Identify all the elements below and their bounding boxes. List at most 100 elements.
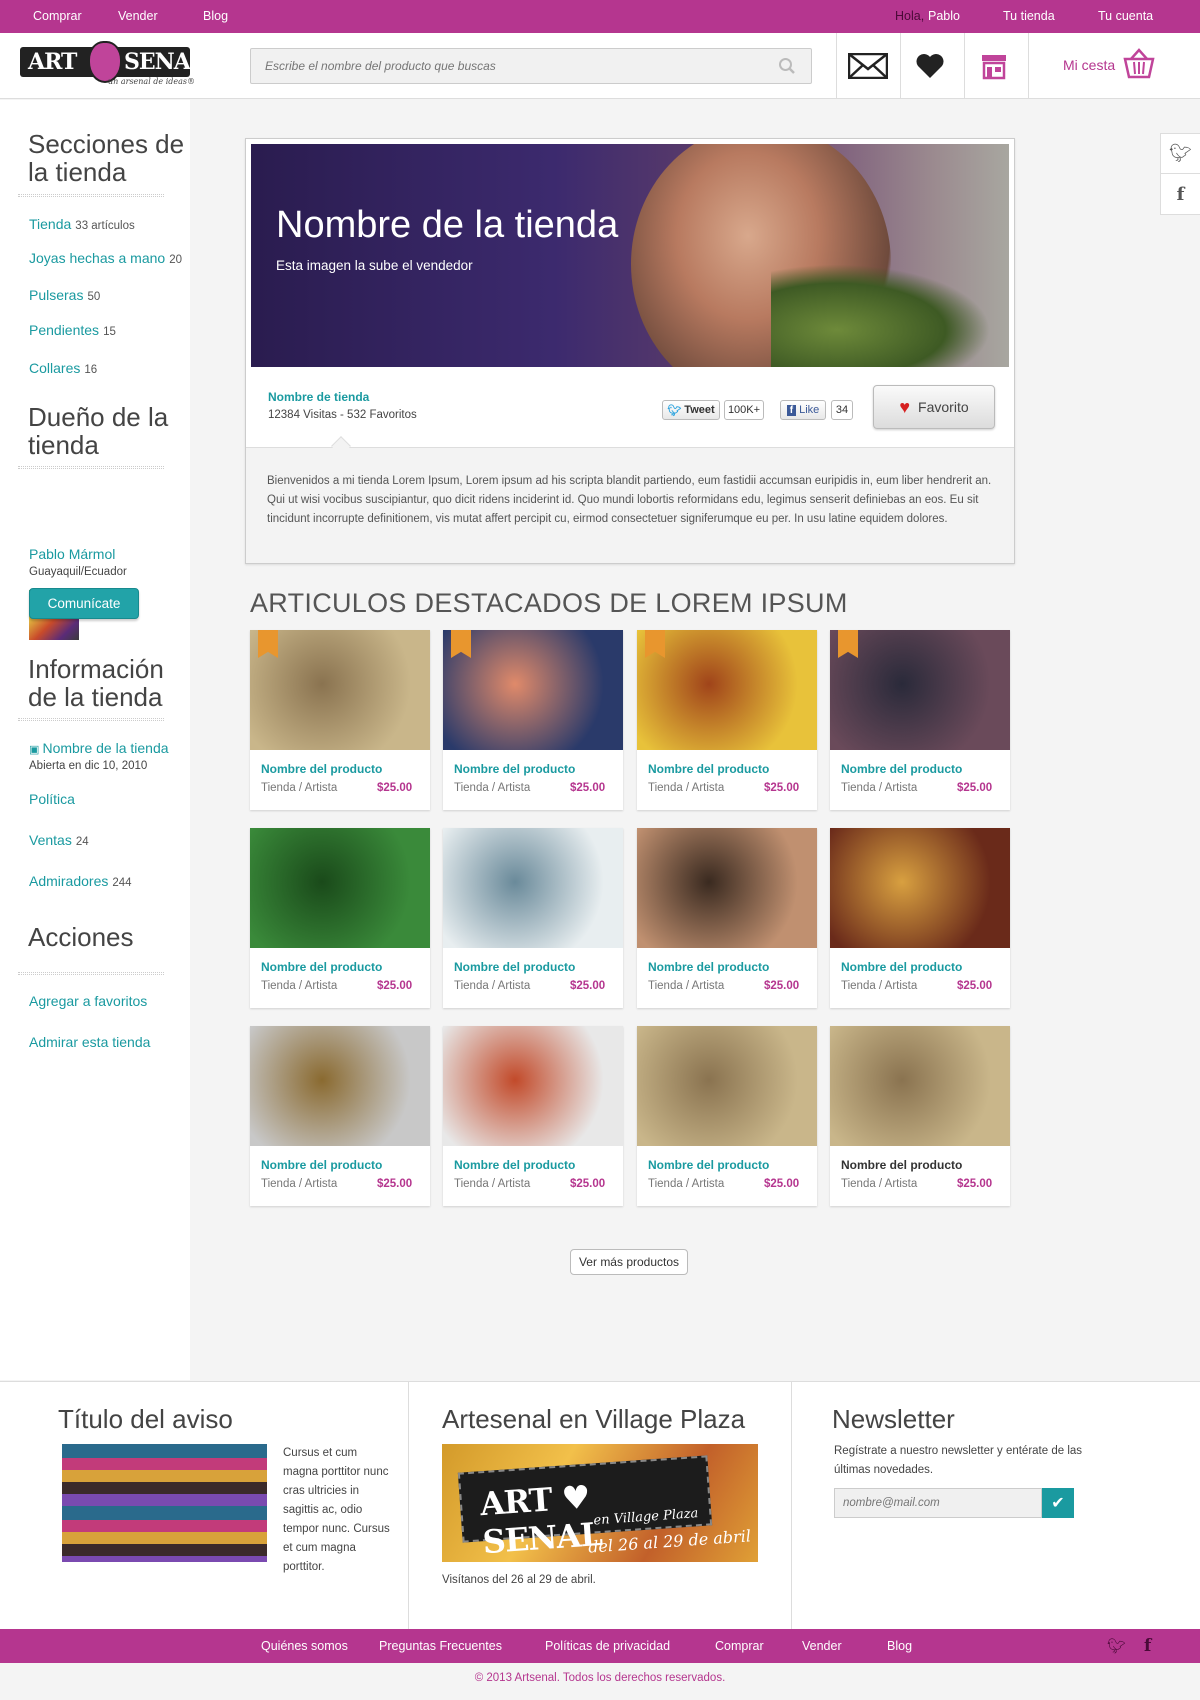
product-name[interactable]: Nombre del producto xyxy=(648,762,769,776)
product-image[interactable] xyxy=(830,828,1010,948)
product-image[interactable] xyxy=(637,1026,817,1146)
greeting-name[interactable]: Pablo xyxy=(928,9,960,23)
product-name[interactable]: Nombre del producto xyxy=(841,960,962,974)
product-store[interactable]: Tienda / Artista xyxy=(841,1178,917,1190)
favorite-button[interactable]: ♥ Favorito xyxy=(873,385,995,429)
section-link-pendientes[interactable]: Pendientes 15 xyxy=(29,322,116,338)
facebook-icon[interactable]: f xyxy=(1144,1636,1151,1656)
twitter-icon[interactable]: 🐦︎ xyxy=(1161,134,1200,174)
product-store[interactable]: Tienda / Artista xyxy=(454,1178,530,1190)
product-card[interactable]: Nombre del producto Tienda / Artista $25.0… xyxy=(250,630,430,810)
site-logo[interactable]: ART SENAL un arsenal de ideas® xyxy=(20,41,205,86)
info-store-name-label: Nombre de la tienda xyxy=(42,740,169,756)
product-store[interactable]: Tienda / Artista xyxy=(648,1178,724,1190)
search-icon[interactable] xyxy=(778,57,796,75)
product-card[interactable]: Nombre del producto Tienda / Artista $25.0… xyxy=(637,1026,817,1206)
nav-link-comprar[interactable]: Comprar xyxy=(33,9,82,23)
product-store[interactable]: Tienda / Artista xyxy=(454,980,530,992)
notice-text: Cursus et cum magna porttitor nunc cras … xyxy=(283,1447,390,1573)
search-input[interactable] xyxy=(250,48,812,84)
info-admirers-link[interactable]: Admiradores 244 xyxy=(29,873,132,889)
store-name-link[interactable]: Nombre de tienda xyxy=(268,390,369,404)
section-link-pulseras[interactable]: Pulseras 50 xyxy=(29,287,100,303)
footer-link-about[interactable]: Quiénes somos xyxy=(261,1639,348,1653)
info-admirers-label: Admiradores xyxy=(29,873,109,889)
nav-link-your-account[interactable]: Tu cuenta xyxy=(1098,9,1153,23)
product-store[interactable]: Tienda / Artista xyxy=(261,782,337,794)
newsletter-email-input[interactable] xyxy=(834,1488,1042,1518)
store-icon[interactable] xyxy=(972,49,1016,83)
product-card[interactable]: Nombre del producto Tienda / Artista $25.0… xyxy=(443,828,623,1008)
owner-name[interactable]: Pablo Mármol xyxy=(29,546,115,562)
product-store[interactable]: Tienda / Artista xyxy=(648,980,724,992)
nav-link-blog[interactable]: Blog xyxy=(203,9,228,23)
newsletter-submit-button[interactable]: ✔ xyxy=(1042,1488,1074,1518)
product-image[interactable] xyxy=(250,1026,430,1146)
product-name[interactable]: Nombre del producto xyxy=(841,762,962,776)
section-link-collares[interactable]: Collares 16 xyxy=(29,360,97,376)
product-name[interactable]: Nombre del producto xyxy=(841,1158,962,1172)
product-name[interactable]: Nombre del producto xyxy=(261,762,382,776)
footer-link-comprar[interactable]: Comprar xyxy=(715,1639,764,1653)
twitter-icon[interactable]: 🐦︎ xyxy=(1107,1637,1126,1655)
event-image[interactable]: ART ♥ SENAL en Village Plaza del 26 al 2… xyxy=(442,1444,758,1562)
product-store[interactable]: Tienda / Artista xyxy=(261,1178,337,1190)
product-store[interactable]: Tienda / Artista xyxy=(841,980,917,992)
product-image[interactable] xyxy=(443,828,623,948)
info-sales-link[interactable]: Ventas 24 xyxy=(29,832,89,848)
newsletter-text: Regístrate a nuestro newsletter y entéra… xyxy=(834,1445,1083,1476)
product-card[interactable]: Nombre del producto Tienda / Artista $25.0… xyxy=(830,828,1010,1008)
product-card[interactable]: Nombre del producto Tienda / Artista $25.0… xyxy=(830,1026,1010,1206)
footer-link-privacy[interactable]: Políticas de privacidad xyxy=(545,1639,670,1653)
nav-link-your-store[interactable]: Tu tienda xyxy=(1003,9,1055,23)
notice-image[interactable] xyxy=(62,1444,267,1562)
section-count: 15 xyxy=(103,326,116,338)
add-favorites-link[interactable]: Agregar a favoritos xyxy=(29,993,147,1009)
product-card[interactable]: Nombre del producto Tienda / Artista $25.0… xyxy=(637,828,817,1008)
footer-link-faq[interactable]: Preguntas Frecuentes xyxy=(379,1639,502,1653)
cart-label[interactable]: Mi cesta xyxy=(1063,57,1115,73)
facebook-icon[interactable]: f xyxy=(1161,174,1200,214)
section-rule xyxy=(18,194,164,197)
product-image[interactable] xyxy=(443,1026,623,1146)
section-link-tienda[interactable]: Tienda 33 artículos xyxy=(29,216,135,232)
tweet-button[interactable]: 🐦︎ Tweet xyxy=(662,400,720,420)
product-card[interactable]: Nombre del producto Tienda / Artista $25.0… xyxy=(250,1026,430,1206)
footer-link-vender[interactable]: Vender xyxy=(802,1639,842,1653)
section-link-joyas[interactable]: Joyas hechas a mano 20 xyxy=(29,250,182,266)
messages-icon[interactable] xyxy=(846,49,890,83)
product-image[interactable] xyxy=(637,828,817,948)
more-products-button[interactable]: Ver más productos xyxy=(570,1249,688,1275)
product-store[interactable]: Tienda / Artista xyxy=(841,782,917,794)
product-card[interactable]: Nombre del producto Tienda / Artista $25.0… xyxy=(443,1026,623,1206)
product-name[interactable]: Nombre del producto xyxy=(454,762,575,776)
product-name[interactable]: Nombre del producto xyxy=(261,960,382,974)
product-card[interactable]: Nombre del producto Tienda / Artista $25.0… xyxy=(637,630,817,810)
facebook-like-button[interactable]: f Like xyxy=(780,400,826,420)
contact-button[interactable]: Comunícate xyxy=(29,588,139,619)
product-name[interactable]: Nombre del producto xyxy=(454,1158,575,1172)
section-rule xyxy=(18,718,164,721)
product-card[interactable]: Nombre del producto Tienda / Artista $25.0… xyxy=(443,630,623,810)
nav-link-vender[interactable]: Vender xyxy=(118,9,158,23)
product-name[interactable]: Nombre del producto xyxy=(648,1158,769,1172)
product-store[interactable]: Tienda / Artista xyxy=(261,980,337,992)
footer-link-blog[interactable]: Blog xyxy=(887,1639,912,1653)
product-card[interactable]: Nombre del producto Tienda / Artista $25.0… xyxy=(830,630,1010,810)
product-store[interactable]: Tienda / Artista xyxy=(648,782,724,794)
favorites-heart-icon[interactable] xyxy=(908,49,952,83)
product-card[interactable]: Nombre del producto Tienda / Artista $25.0… xyxy=(250,828,430,1008)
product-image[interactable] xyxy=(250,828,430,948)
info-policy-link[interactable]: Política xyxy=(29,791,75,807)
store-profile-card: Nombre de la tienda Esta imagen la sube … xyxy=(245,138,1015,564)
admire-store-link[interactable]: Admirar esta tienda xyxy=(29,1034,150,1050)
basket-icon[interactable] xyxy=(1122,47,1156,81)
product-name[interactable]: Nombre del producto xyxy=(261,1158,382,1172)
product-image[interactable] xyxy=(830,1026,1010,1146)
info-store-name[interactable]: ▣ Nombre de la tienda xyxy=(29,740,169,756)
favorite-label: Favorito xyxy=(918,399,969,415)
product-name[interactable]: Nombre del producto xyxy=(648,960,769,974)
product-name[interactable]: Nombre del producto xyxy=(454,960,575,974)
store-sidebar: Secciones de la tienda Tienda 33 artículo… xyxy=(0,100,190,1380)
product-store[interactable]: Tienda / Artista xyxy=(454,782,530,794)
